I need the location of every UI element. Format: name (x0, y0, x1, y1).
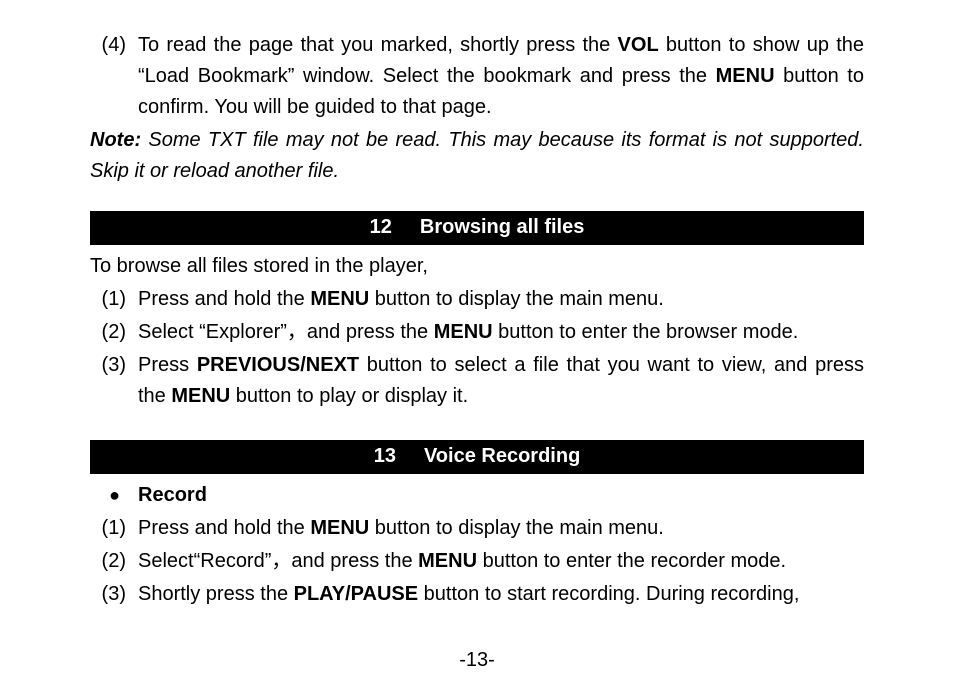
section-number: 13 (374, 445, 396, 467)
text: button to start recording. During record… (418, 583, 799, 605)
list-number: (1) (90, 284, 138, 315)
section-title: Voice Recording (424, 445, 580, 467)
bullet-record: ● Record (90, 480, 864, 511)
list-text: Press and hold the MENU button to displa… (138, 284, 864, 315)
text: Press (138, 354, 197, 376)
bold-menu: MENU (434, 321, 493, 343)
list-number: (3) (90, 350, 138, 381)
section-header-13: 13 Voice Recording (90, 440, 864, 474)
sec12-item-1: (1) Press and hold the MENU button to di… (90, 284, 864, 315)
list-number: (2) (90, 546, 138, 577)
text: button to play or display it. (230, 385, 468, 407)
list-number: (2) (90, 317, 138, 348)
bullet-icon: ● (90, 482, 138, 510)
section-header-12: 12 Browsing all files (90, 211, 864, 245)
text: button to display the main menu. (369, 517, 664, 539)
bold-menu: MENU (310, 517, 369, 539)
list-number: (3) (90, 579, 138, 610)
text: Select“Record”，and press the (138, 550, 418, 572)
note-label: Note: (90, 129, 141, 151)
text: To read the page that you marked, shortl… (138, 34, 618, 56)
sec13-item-3: (3) Shortly press the PLAY/PAUSE button … (90, 579, 864, 610)
note-body: Some TXT file may not be read. This may … (90, 129, 864, 182)
section-12-intro: To browse all files stored in the player… (90, 251, 864, 282)
text: Shortly press the (138, 583, 294, 605)
bold-menu: MENU (418, 550, 477, 572)
bold-menu: MENU (716, 65, 775, 87)
sec13-item-1: (1) Press and hold the MENU button to di… (90, 513, 864, 544)
section-number: 12 (370, 216, 392, 238)
bold-menu: MENU (171, 385, 230, 407)
text: button to enter the browser mode. (493, 321, 799, 343)
list-text: Shortly press the PLAY/PAUSE button to s… (138, 579, 864, 610)
list-text: Select “Explorer”，and press the MENU but… (138, 317, 864, 348)
text: Press and hold the (138, 517, 310, 539)
sec13-item-2: (2) Select“Record”，and press the MENU bu… (90, 546, 864, 577)
text: button to enter the recorder mode. (477, 550, 786, 572)
list-text: Select“Record”，and press the MENU button… (138, 546, 864, 577)
page-number: -13- (0, 645, 954, 676)
sec12-item-2: (2) Select “Explorer”，and press the MENU… (90, 317, 864, 348)
list-number: (1) (90, 513, 138, 544)
section-title: Browsing all files (420, 216, 584, 238)
text: button to display the main menu. (369, 288, 664, 310)
text: Press and hold the (138, 288, 310, 310)
bold-menu: MENU (310, 288, 369, 310)
list-item-4: (4) To read the page that you marked, sh… (90, 30, 864, 123)
list-number: (4) (90, 30, 138, 61)
list-text: To read the page that you marked, shortl… (138, 30, 864, 123)
text: Select “Explorer”，and press the (138, 321, 434, 343)
sec12-item-3: (3) Press PREVIOUS/NEXT button to select… (90, 350, 864, 412)
note-paragraph: Note: Some TXT file may not be read. Thi… (90, 125, 864, 187)
bold-playpause: PLAY/PAUSE (294, 583, 418, 605)
list-text: Press and hold the MENU button to displa… (138, 513, 864, 544)
bold-vol: VOL (618, 34, 659, 56)
list-text: Press PREVIOUS/NEXT button to select a f… (138, 350, 864, 412)
bullet-label: Record (138, 480, 207, 511)
bold-prevnext: PREVIOUS/NEXT (197, 354, 359, 376)
